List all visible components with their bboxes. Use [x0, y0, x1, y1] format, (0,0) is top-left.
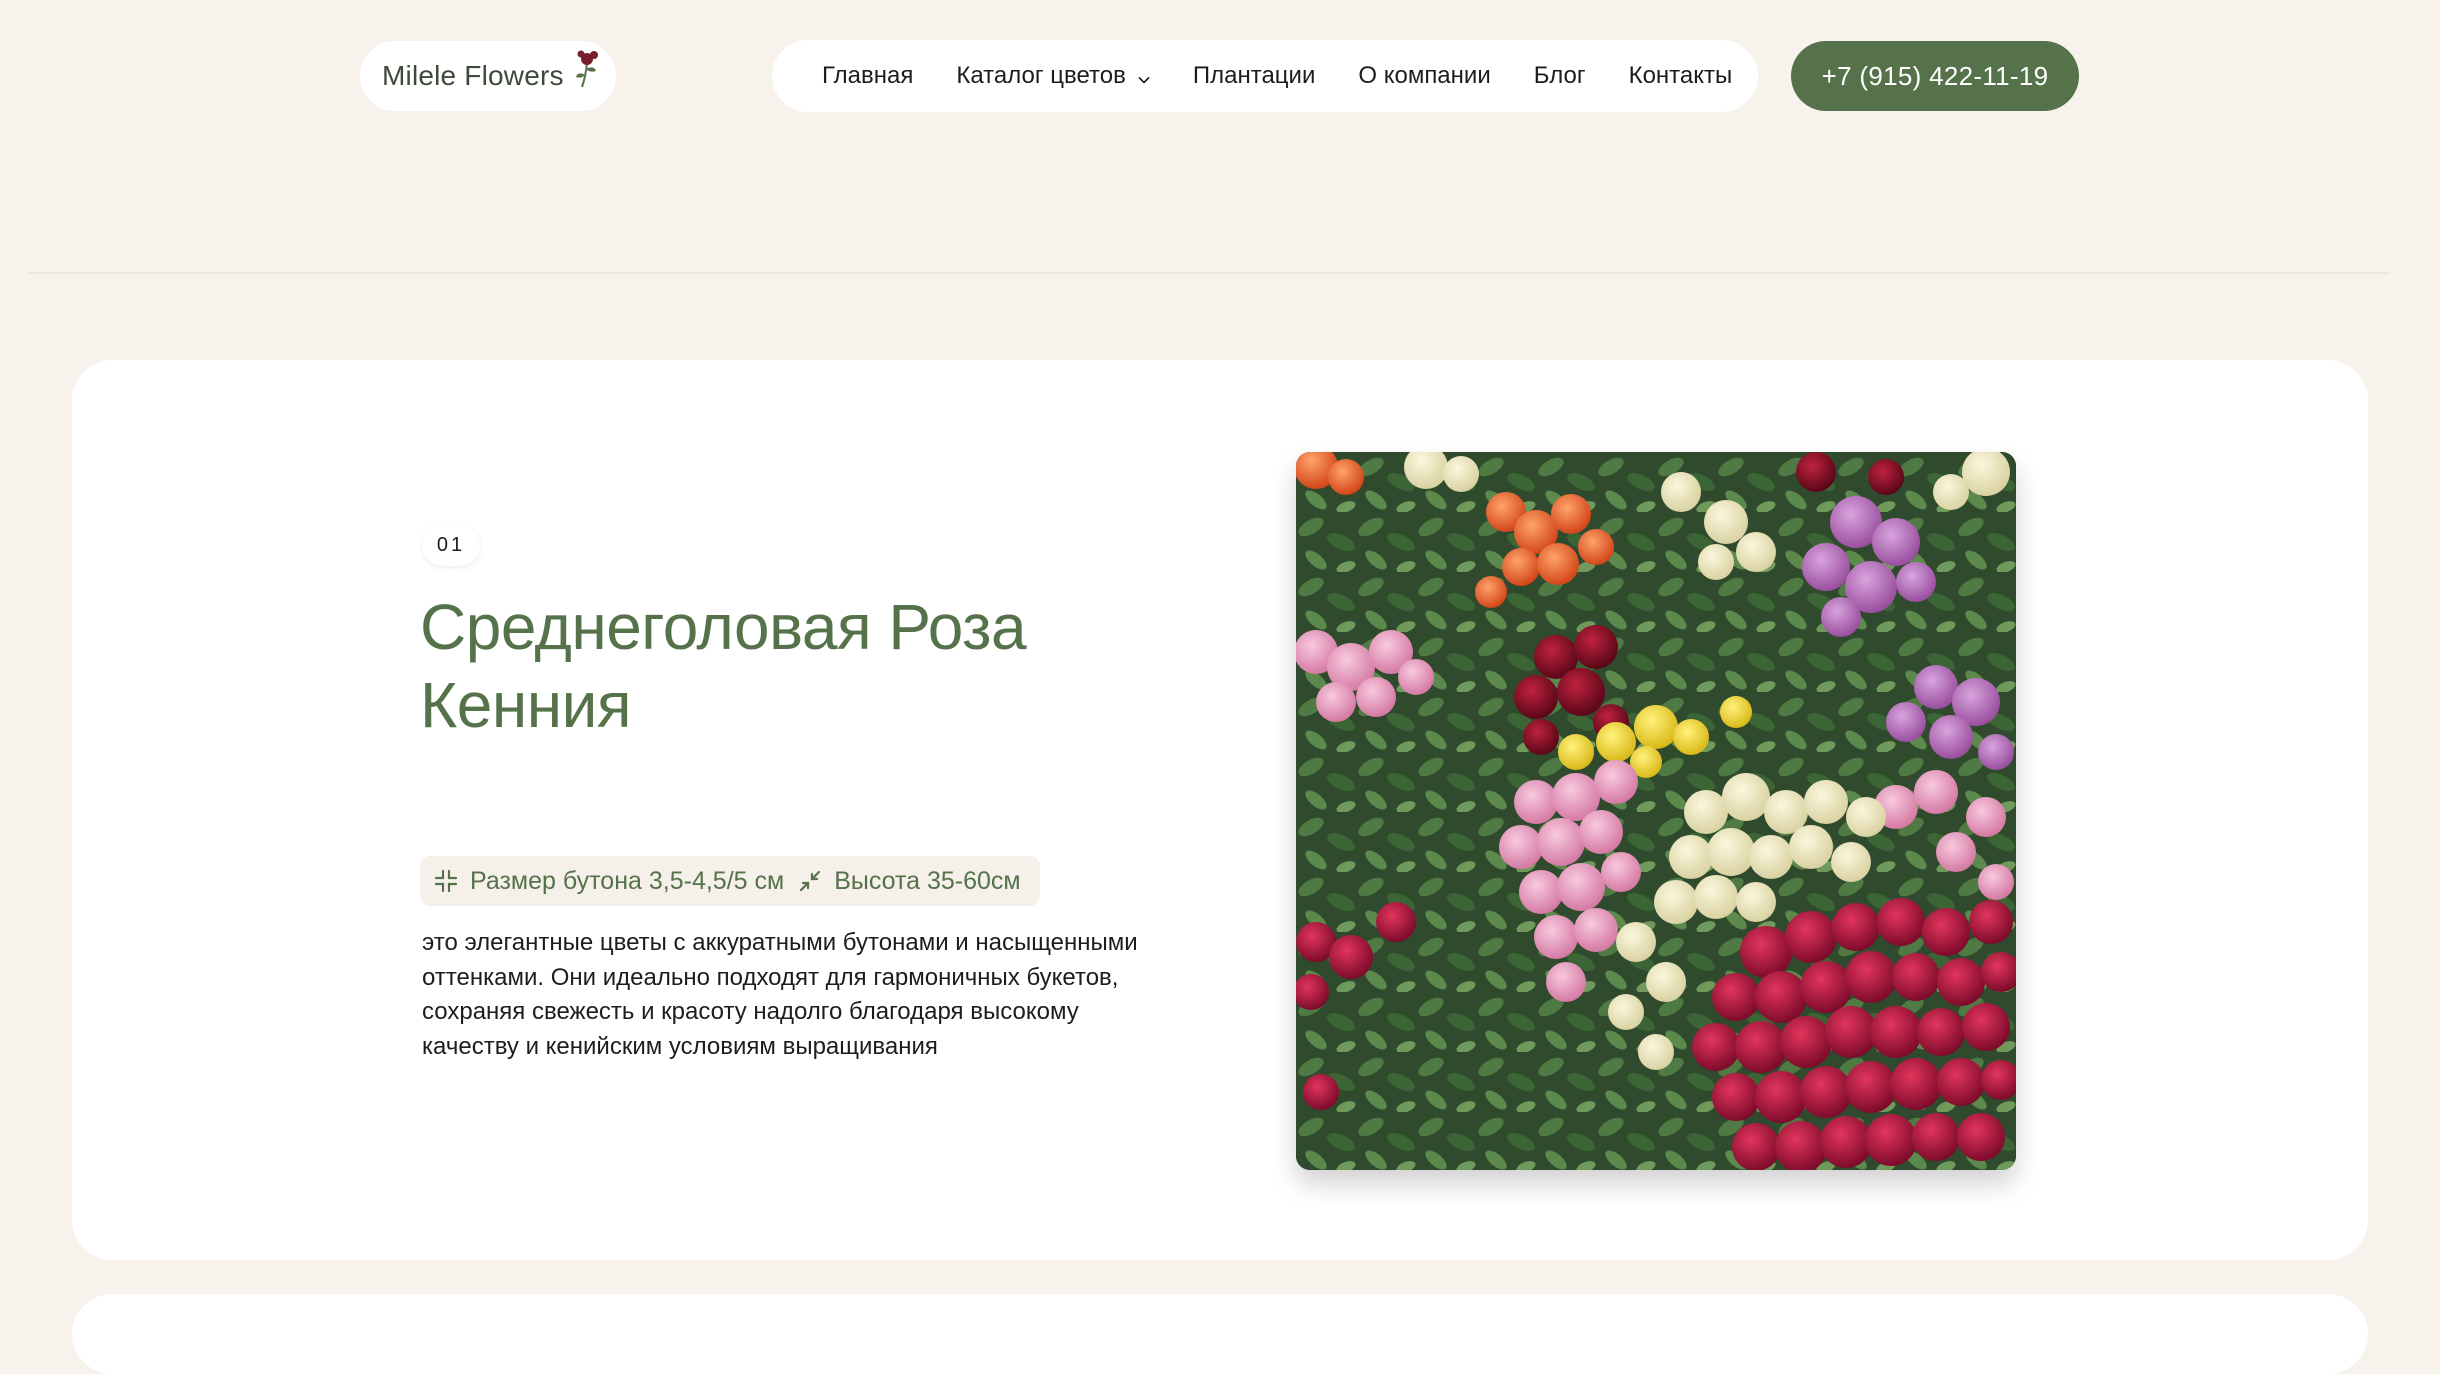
rose-sprig-icon — [572, 49, 602, 94]
header-divider — [28, 272, 2390, 274]
height-spec: Высота 35-60см — [834, 866, 1021, 895]
logo-text: Milele Flowers — [382, 60, 564, 91]
nav-item-home[interactable]: Главная — [822, 62, 913, 90]
product-card — [72, 360, 2368, 1260]
product-description: это элегантные цветы с аккуратными бутон… — [422, 929, 1138, 1060]
product-specs: Размер бутона 3,5-4,5/5 см Высота 35-60с… — [420, 856, 1040, 906]
product-number-badge: 01 — [422, 524, 480, 566]
main-nav: Главная Каталог цветов Плантации О компа… — [772, 40, 1758, 112]
nav-item-about[interactable]: О компании — [1358, 62, 1490, 90]
nav-item-catalog[interactable]: Каталог цветов — [956, 61, 1150, 91]
nav-item-contacts[interactable]: Контакты — [1629, 62, 1733, 90]
bud-size-spec: Размер бутона 3,5-4,5/5 см — [470, 866, 785, 895]
nav-item-label: Плантации — [1192, 62, 1316, 89]
compress-arrows-icon — [434, 869, 458, 893]
chevron-down-icon — [1138, 63, 1150, 91]
phone-button[interactable]: +7 (915) 422-11-19 — [1791, 41, 2079, 111]
nav-item-plantations[interactable]: Плантации — [1193, 62, 1315, 90]
diagonal-arrows-icon — [798, 869, 822, 893]
nav-item-label: Каталог цветов — [956, 62, 1126, 89]
nav-item-label: О компании — [1358, 62, 1491, 89]
logo[interactable]: Milele Flowers — [360, 41, 616, 111]
nav-item-label: Контакты — [1628, 62, 1733, 89]
next-product-card — [72, 1294, 2368, 1374]
product-photo — [1296, 452, 2016, 1170]
product-title: Среднеголовая Роза Кенния — [420, 591, 1027, 741]
nav-item-blog[interactable]: Блог — [1534, 62, 1586, 90]
nav-item-label: Главная — [822, 62, 914, 89]
nav-item-label: Блог — [1533, 62, 1586, 89]
